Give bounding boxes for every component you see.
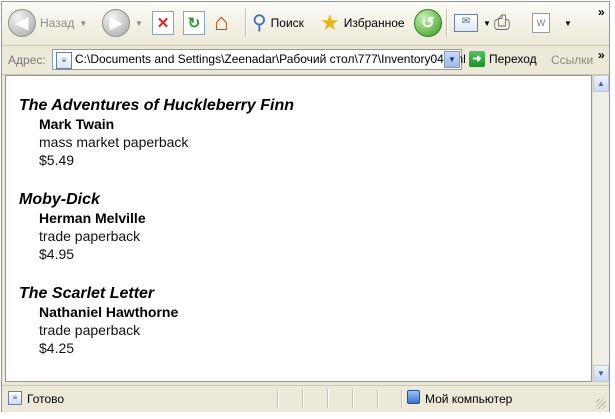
computer-icon bbox=[407, 390, 420, 404]
xml-page-icon: ≡ bbox=[56, 52, 72, 69]
back-dropdown-icon[interactable]: ▼ bbox=[79, 19, 87, 28]
search-label: Поиск bbox=[270, 16, 304, 30]
book-author: Nathaniel Hawthorne bbox=[39, 304, 179, 320]
toolbar-divider bbox=[245, 9, 247, 37]
forward-arrow-icon: ▶ bbox=[102, 9, 130, 37]
status-bar: ≡ Готово Мой компьютер bbox=[2, 385, 609, 412]
mail-icon: ✉ bbox=[454, 14, 478, 32]
mail-button[interactable]: ✉ ▼ bbox=[454, 7, 491, 39]
refresh-icon: ↻ bbox=[183, 11, 205, 35]
book-author: Herman Melville bbox=[39, 210, 146, 226]
book-title: Moby-Dick bbox=[19, 191, 100, 208]
status-divider bbox=[277, 389, 279, 408]
status-divider bbox=[377, 389, 379, 408]
vertical-scrollbar[interactable]: ▲ ▼ bbox=[592, 75, 609, 382]
book-price: $4.95 bbox=[39, 246, 75, 262]
toolbar: ◀ Назад ▼ ▶ ▼ ✕ ↻ ⌂ ⚲ Поиск ★ Избранное … bbox=[2, 2, 609, 46]
status-divider bbox=[352, 389, 354, 408]
search-icon: ⚲ bbox=[252, 12, 267, 34]
history-button[interactable]: ↺ bbox=[414, 7, 442, 39]
forward-dropdown-icon[interactable]: ▼ bbox=[135, 19, 143, 28]
address-dropdown-icon[interactable]: ▼ bbox=[444, 51, 460, 68]
print-icon: ⎙ bbox=[494, 12, 510, 34]
mail-dropdown-icon[interactable]: ▼ bbox=[483, 19, 491, 28]
toolbar-overflow-icon[interactable]: » bbox=[598, 5, 605, 19]
home-icon: ⌂ bbox=[214, 9, 229, 36]
go-label: Переход bbox=[489, 52, 537, 66]
address-bar: Адрес: ≡ C:\Documents and Settings\Zeena… bbox=[2, 46, 609, 75]
edit-dropdown-icon[interactable]: ▼ bbox=[564, 19, 572, 28]
status-text: Готово bbox=[27, 392, 65, 406]
toolbar-divider bbox=[446, 9, 448, 37]
book-price: $5.49 bbox=[39, 152, 75, 168]
back-arrow-icon: ◀ bbox=[8, 9, 36, 37]
back-button[interactable]: ◀ Назад ▼ bbox=[8, 7, 87, 39]
favorites-label: Избранное bbox=[343, 16, 405, 30]
favorites-button[interactable]: ★ Избранное bbox=[320, 7, 405, 39]
address-label: Адрес: bbox=[8, 53, 46, 67]
links-button[interactable]: Ссылки bbox=[551, 53, 593, 67]
browser-window: ◀ Назад ▼ ▶ ▼ ✕ ↻ ⌂ ⚲ Поиск ★ Избранное … bbox=[1, 1, 610, 412]
book-title: The Scarlet Letter bbox=[19, 285, 155, 302]
book-entry: The Scarlet Letter Nathaniel Hawthorne t… bbox=[19, 284, 591, 357]
back-label: Назад bbox=[40, 16, 75, 30]
book-format: trade paperback bbox=[39, 228, 141, 244]
status-divider bbox=[302, 389, 304, 408]
forward-button[interactable]: ▶ ▼ bbox=[102, 7, 143, 39]
book-entry: The Adventures of Huckleberry Finn Mark … bbox=[19, 96, 591, 169]
refresh-button[interactable]: ↻ bbox=[183, 7, 205, 39]
stop-icon: ✕ bbox=[152, 11, 174, 35]
star-icon: ★ bbox=[320, 10, 340, 35]
book-title: The Adventures of Huckleberry Finn bbox=[19, 97, 295, 114]
scroll-up-icon[interactable]: ▲ bbox=[593, 75, 609, 92]
scroll-down-icon[interactable]: ▼ bbox=[593, 365, 609, 382]
book-format: mass market paperback bbox=[39, 134, 189, 150]
book-entry: Moby-Dick Herman Melville trade paperbac… bbox=[19, 190, 591, 263]
history-icon: ↺ bbox=[414, 9, 442, 37]
search-button[interactable]: ⚲ Поиск bbox=[252, 7, 304, 39]
print-button[interactable]: ⎙ bbox=[494, 7, 510, 39]
book-author: Mark Twain bbox=[39, 116, 115, 132]
resize-grip-icon[interactable] bbox=[596, 399, 606, 409]
page-done-icon: ≡ bbox=[8, 391, 22, 405]
address-url: C:\Documents and Settings\Zeenadar\Рабоч… bbox=[75, 52, 466, 66]
links-overflow-icon[interactable]: » bbox=[598, 48, 605, 62]
home-button[interactable]: ⌂ bbox=[214, 7, 229, 39]
status-divider bbox=[327, 389, 329, 408]
go-arrow-icon: ➜ bbox=[469, 51, 485, 67]
zone-text: Мой компьютер bbox=[425, 392, 513, 406]
page-content: The Adventures of Huckleberry Finn Mark … bbox=[5, 75, 592, 382]
go-button[interactable]: ➜ Переход bbox=[469, 51, 537, 67]
status-divider bbox=[401, 389, 403, 408]
book-format: trade paperback bbox=[39, 322, 141, 338]
edit-icon: W bbox=[532, 13, 550, 33]
stop-button[interactable]: ✕ bbox=[152, 7, 174, 39]
edit-button[interactable]: W ▼ bbox=[532, 7, 572, 39]
address-input[interactable]: ≡ C:\Documents and Settings\Zeenadar\Раб… bbox=[52, 49, 466, 70]
book-price: $4.25 bbox=[39, 340, 75, 356]
